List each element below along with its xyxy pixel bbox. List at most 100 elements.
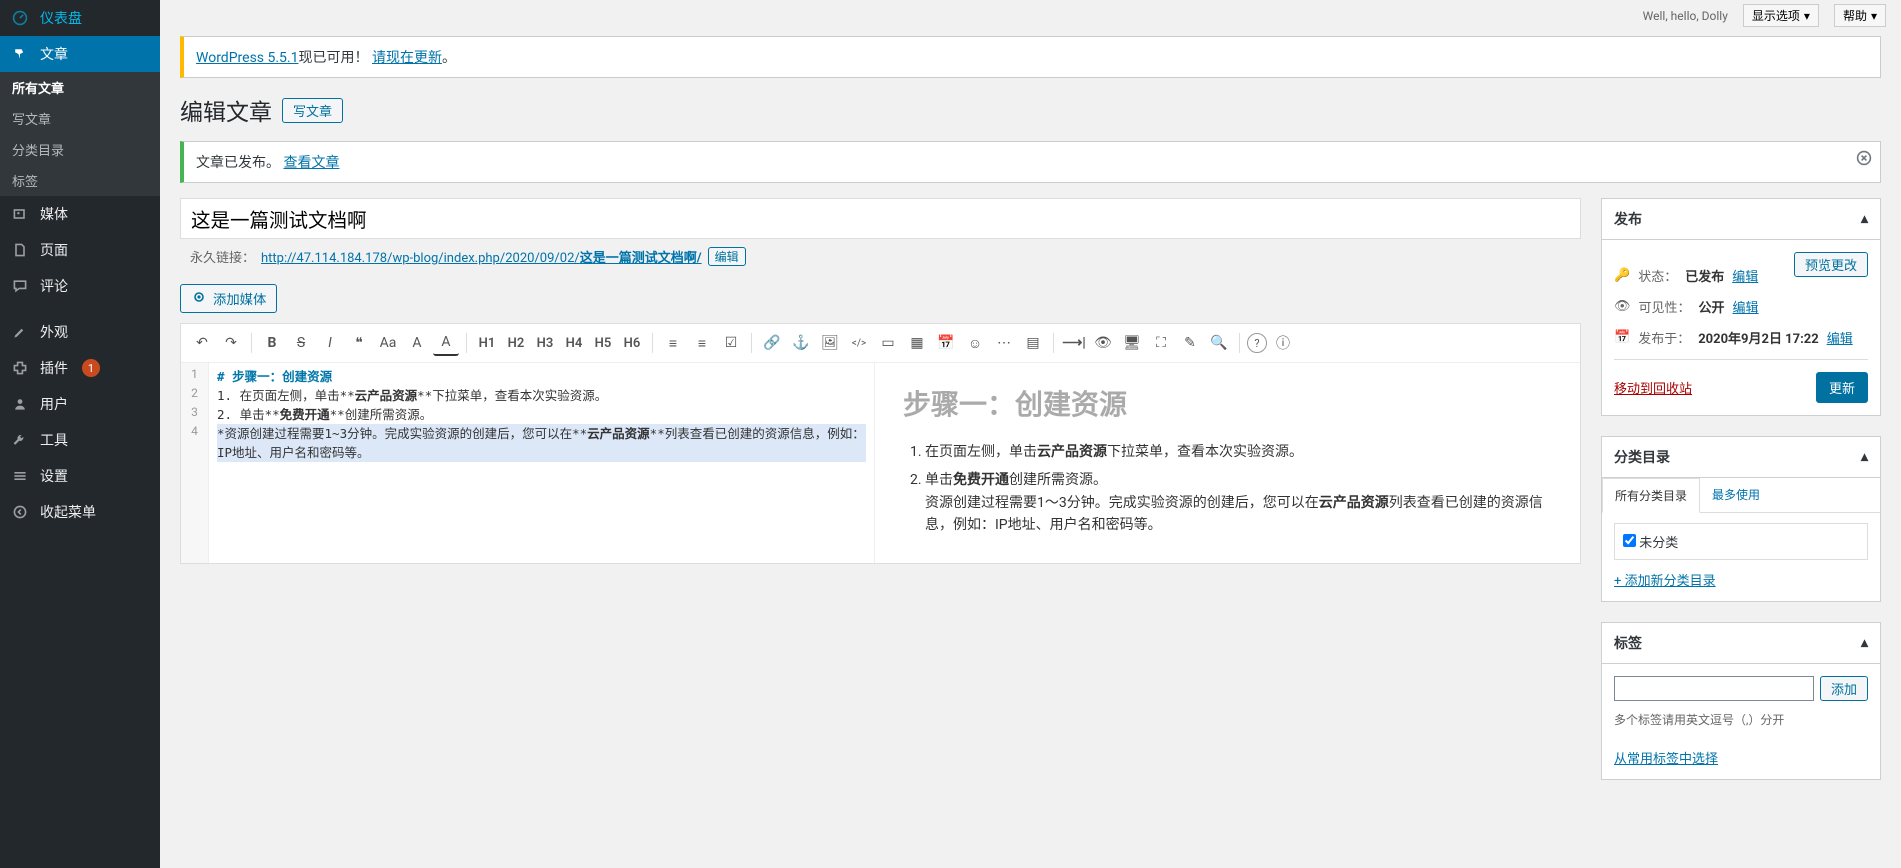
tag-input[interactable] (1614, 676, 1814, 701)
permalink-url[interactable]: http://47.114.184.178/wp-blog/index.php/… (261, 247, 702, 266)
category-checkbox-row[interactable]: 未分类 (1623, 536, 1678, 551)
undo-button[interactable]: ↶ (189, 330, 215, 356)
sidebar-item-tools[interactable]: 工具 (0, 422, 160, 458)
media-icon (191, 289, 207, 308)
collapse-icon (10, 502, 30, 522)
sidebar-label: 媒体 (40, 204, 68, 224)
sidebar-label: 插件 (40, 358, 68, 378)
sidebar-collapse[interactable]: 收起菜单 (0, 494, 160, 530)
link-button[interactable]: 🔗 (759, 330, 785, 356)
pin-icon (10, 44, 30, 64)
expand-button[interactable]: ⛶ (1148, 330, 1174, 356)
category-checkbox[interactable] (1623, 534, 1636, 547)
screen-button[interactable]: 🖥 (1119, 330, 1145, 356)
color-button[interactable]: A (433, 330, 459, 356)
cat-tab-all[interactable]: 所有分类目录 (1602, 478, 1700, 513)
redo-button[interactable]: ↷ (218, 330, 244, 356)
edit-status-link[interactable]: 编辑 (1732, 266, 1758, 285)
task-button[interactable]: ☑ (718, 330, 744, 356)
update-now-link[interactable]: 请现在更新 (372, 50, 442, 66)
categories-box-toggle[interactable]: 分类目录 ▴ (1602, 437, 1880, 478)
quote-button[interactable]: ❝ (346, 330, 372, 356)
publish-box: 发布 ▴ 预览更改 🔑 状态： 已发布 编辑 (1601, 198, 1881, 416)
post-title-input[interactable] (180, 198, 1581, 239)
toc-button[interactable]: ▤ (1020, 330, 1046, 356)
comment-icon (10, 276, 30, 296)
add-tag-button[interactable]: 添加 (1820, 676, 1868, 701)
user-icon (10, 394, 30, 414)
line-gutter: 1234 (181, 363, 209, 563)
h4-button[interactable]: H4 (561, 330, 587, 356)
sidebar-item-appearance[interactable]: 外观 (0, 314, 160, 350)
ol-button[interactable]: ≡ (689, 330, 715, 356)
sidebar-item-dashboard[interactable]: 仪表盘 (0, 0, 160, 36)
update-button[interactable]: 更新 (1816, 372, 1868, 403)
image-button[interactable]: 🖼 (817, 330, 843, 356)
preview-pane: 步骤一：创建资源 在页面左侧，单击云产品资源下拉菜单，查看本次实验资源。 单击免… (875, 363, 1580, 563)
clear-button[interactable]: ✎ (1177, 330, 1203, 356)
sidebar-item-comments[interactable]: 评论 (0, 268, 160, 304)
code-button[interactable]: </> (846, 330, 872, 356)
sidebar-label: 外观 (40, 322, 68, 342)
move-to-trash-link[interactable]: 移动到回收站 (1614, 378, 1692, 397)
screen-options-button[interactable]: 显示选项 ▾ (1743, 4, 1819, 27)
sidebar-sub-categories[interactable]: 分类目录 (0, 134, 160, 165)
font-button[interactable]: A (404, 330, 430, 356)
bar-button[interactable]: ⟶| (1061, 330, 1087, 356)
tags-box: 标签 ▴ 添加 多个标签请用英文逗号（,）分开 从常用标签中选择 (1601, 622, 1881, 780)
h2-button[interactable]: H2 (503, 330, 529, 356)
sidebar-item-plugins[interactable]: 插件 1 (0, 350, 160, 386)
chevron-down-icon: ▾ (1871, 9, 1877, 23)
h1-button[interactable]: H1 (474, 330, 500, 356)
sidebar-item-posts[interactable]: 文章 (0, 36, 160, 72)
h3-button[interactable]: H3 (532, 330, 558, 356)
view-post-link[interactable]: 查看文章 (283, 155, 339, 171)
sidebar-sub-all-posts[interactable]: 所有文章 (0, 72, 160, 103)
emoji-button[interactable]: ☺ (962, 330, 988, 356)
key-icon: 🔑 (1614, 268, 1630, 283)
bold-button[interactable]: B (259, 330, 285, 356)
new-post-button[interactable]: 写文章 (282, 98, 343, 123)
edit-date-link[interactable]: 编辑 (1827, 328, 1853, 347)
sidebar-label: 用户 (40, 394, 68, 414)
sidebar-sub-new-post[interactable]: 写文章 (0, 103, 160, 134)
ul-button[interactable]: ≡ (660, 330, 686, 356)
choose-popular-tags-link[interactable]: 从常用标签中选择 (1614, 752, 1718, 767)
dismiss-notice-button[interactable] (1856, 150, 1872, 170)
sidebar-item-users[interactable]: 用户 (0, 386, 160, 422)
italic-button[interactable]: I (317, 330, 343, 356)
sidebar-item-settings[interactable]: 设置 (0, 458, 160, 494)
sidebar-label: 设置 (40, 466, 68, 486)
add-media-button[interactable]: 添加媒体 (180, 284, 277, 313)
publish-box-toggle[interactable]: 发布 ▴ (1602, 199, 1880, 240)
wp-version-link[interactable]: WordPress 5.5.1 (196, 50, 298, 66)
cat-tab-most-used[interactable]: 最多使用 (1700, 478, 1772, 512)
textsize-button[interactable]: Aa (375, 330, 401, 356)
sidebar-label: 收起菜单 (40, 502, 96, 522)
sidebar-item-media[interactable]: 媒体 (0, 196, 160, 232)
edit-visibility-link[interactable]: 编辑 (1733, 297, 1759, 316)
help-icon-button[interactable]: ? (1247, 333, 1267, 353)
help-button[interactable]: 帮助 ▾ (1834, 4, 1886, 27)
search-button[interactable]: 🔍 (1206, 330, 1232, 356)
h6-button[interactable]: H6 (619, 330, 645, 356)
sidebar-label: 评论 (40, 276, 68, 296)
strike-button[interactable]: S (288, 330, 314, 356)
chevron-up-icon: ▴ (1861, 211, 1868, 227)
preview-button[interactable]: 👁 (1090, 330, 1116, 356)
media-icon (10, 204, 30, 224)
date-button[interactable]: 📅 (933, 330, 959, 356)
source-editor[interactable]: # 步骤一：创建资源 1. 在页面左侧，单击**云产品资源**下拉菜单，查看本次… (209, 363, 875, 563)
sidebar-sub-tags[interactable]: 标签 (0, 165, 160, 196)
codeblock-button[interactable]: ▭ (875, 330, 901, 356)
h5-button[interactable]: H5 (590, 330, 616, 356)
preview-changes-button[interactable]: 预览更改 (1794, 252, 1868, 277)
anchor-button[interactable]: ⚓ (788, 330, 814, 356)
more-button[interactable]: ⋯ (991, 330, 1017, 356)
info-button[interactable]: ⓘ (1270, 330, 1296, 356)
table-button[interactable]: ▦ (904, 330, 930, 356)
tags-box-toggle[interactable]: 标签 ▴ (1602, 623, 1880, 664)
edit-slug-button[interactable]: 编辑 (708, 247, 746, 266)
add-category-link[interactable]: + 添加新分类目录 (1614, 574, 1716, 589)
sidebar-item-pages[interactable]: 页面 (0, 232, 160, 268)
